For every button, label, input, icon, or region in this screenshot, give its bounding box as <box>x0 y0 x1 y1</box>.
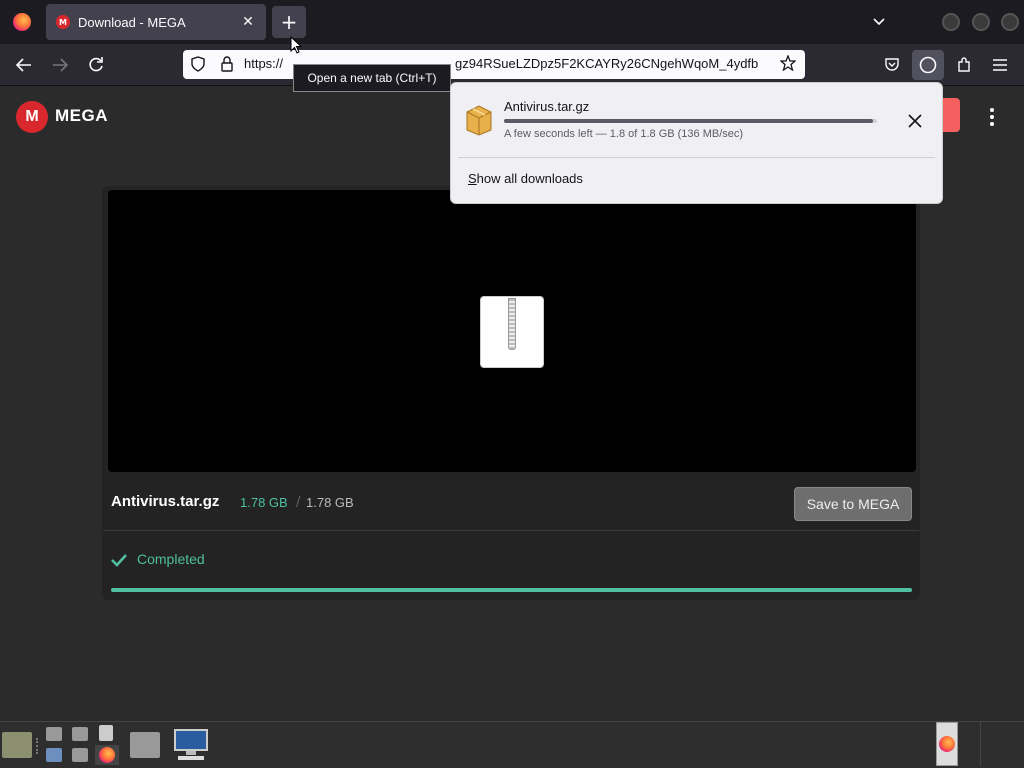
shield-icon[interactable] <box>191 56 205 76</box>
cancel-download-icon[interactable] <box>904 110 926 132</box>
firefox-icon <box>939 736 955 752</box>
download-item-name[interactable]: Antivirus.tar.gz <box>504 99 589 114</box>
desktop-icon[interactable] <box>46 748 62 762</box>
mega-favicon-icon: M <box>56 15 70 29</box>
size-total: 1.78 GB <box>306 495 354 510</box>
download-item-progress-fill <box>504 119 874 123</box>
tab-title: Download - MEGA <box>78 14 186 30</box>
close-window-button[interactable] <box>1001 13 1019 31</box>
firefox-menu-button[interactable] <box>0 0 44 44</box>
taskbar-separator <box>980 722 981 766</box>
mega-logo[interactable]: M <box>16 101 48 133</box>
lock-icon[interactable] <box>221 56 233 76</box>
divider <box>458 157 935 158</box>
maximize-button[interactable] <box>972 13 990 31</box>
back-arrow-icon[interactable] <box>9 50 39 80</box>
save-to-mega-button[interactable]: Save to MEGA <box>794 487 912 521</box>
taskbar-firefox-window[interactable] <box>936 722 958 766</box>
firefox-launcher-icon[interactable] <box>95 745 119 765</box>
new-tab-button[interactable]: + <box>272 6 306 38</box>
download-progress-bar <box>111 588 912 592</box>
chevron-down-icon[interactable] <box>868 12 890 32</box>
download-progress-fill <box>111 588 912 592</box>
divider <box>103 530 919 531</box>
size-downloaded: 1.78 GB <box>240 495 288 510</box>
download-status: Completed <box>137 551 205 567</box>
download-item-status: A few seconds left — 1.8 of 1.8 GB (136 … <box>504 128 744 140</box>
pocket-icon[interactable] <box>877 50 907 80</box>
computer-icon[interactable] <box>174 729 208 761</box>
home-folder-icon[interactable] <box>130 732 160 758</box>
downloads-button[interactable] <box>912 50 944 80</box>
file-manager-icon[interactable] <box>2 732 32 758</box>
taskbar-separator <box>36 738 39 754</box>
network-icon[interactable] <box>72 748 88 762</box>
more-options-icon[interactable] <box>984 104 1000 130</box>
reload-icon[interactable] <box>81 50 111 80</box>
network-icon[interactable] <box>72 727 88 741</box>
forward-arrow-icon[interactable] <box>45 50 75 80</box>
star-icon[interactable] <box>779 54 797 75</box>
zipper-icon <box>508 298 516 350</box>
file-name: Antivirus.tar.gz <box>111 493 220 510</box>
extensions-icon[interactable] <box>949 50 979 80</box>
show-all-downloads-text: how all downloads <box>476 171 583 186</box>
new-tab-tooltip: Open a new tab (Ctrl+T) <box>293 64 451 92</box>
minimize-button[interactable] <box>942 13 960 31</box>
show-all-downloads-link[interactable]: Show all downloads <box>468 171 583 186</box>
mega-brand-name[interactable]: MEGA <box>55 106 108 126</box>
trash-icon[interactable] <box>99 725 113 741</box>
hamburger-menu-icon[interactable] <box>985 50 1015 80</box>
checkmark-icon <box>111 552 127 571</box>
network-icon[interactable] <box>46 727 62 741</box>
downloads-progress-icon <box>919 56 937 74</box>
size-separator: / <box>296 495 301 510</box>
tab-active[interactable]: M Download - MEGA ✕ <box>46 4 266 40</box>
mouse-cursor-icon <box>290 36 302 54</box>
firefox-icon <box>13 13 31 31</box>
url-bar[interactable]: https://gz94RSueLZDpz5F2KCAYRy26CNgehWqo… <box>183 50 805 79</box>
tab-close-icon[interactable]: ✕ <box>240 14 256 30</box>
download-item-progress-bar <box>504 119 877 123</box>
package-icon <box>465 104 493 136</box>
